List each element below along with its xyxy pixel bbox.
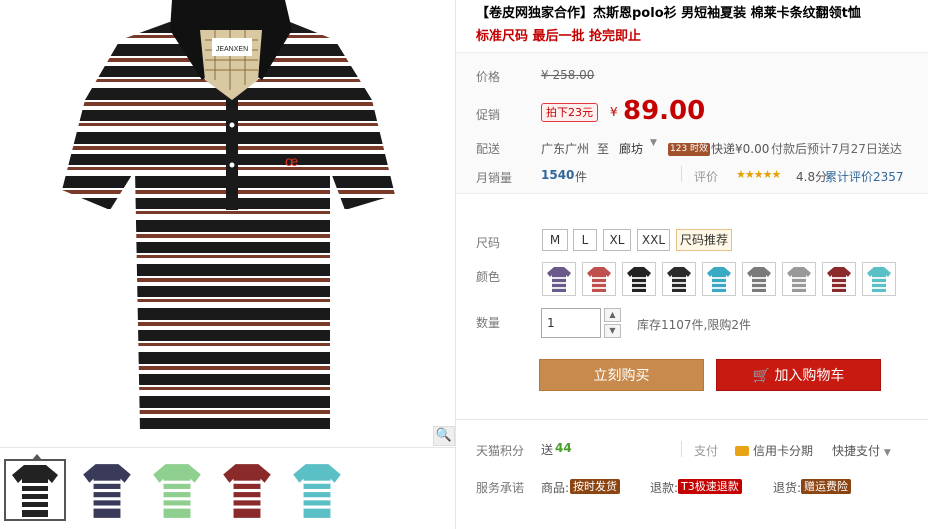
color-swatch-4[interactable]	[662, 262, 696, 296]
thumbnail-5[interactable]	[286, 459, 348, 521]
thumbnail-2[interactable]	[76, 459, 138, 521]
monthly-sales-unit: 件	[575, 170, 588, 184]
currency-symbol: ¥	[610, 105, 618, 119]
quick-pay[interactable]: 快捷支付 ▼	[832, 442, 891, 459]
delivery-destination[interactable]: 廊坊	[619, 140, 643, 157]
service-label: 服务承诺	[476, 481, 525, 495]
svg-text:œ: œ	[285, 153, 298, 169]
active-thumbnail-arrow-icon	[32, 454, 42, 460]
delivery-from: 广东广州	[541, 142, 590, 156]
color-swatch-5[interactable]	[702, 262, 736, 296]
product-page: JEANXEN œ 🔍 【卷皮网独家合作】杰斯恩polo衫 男短袖夏装 棉莱卡条…	[0, 0, 928, 529]
color-swatch-8[interactable]	[822, 262, 856, 296]
size-option-xl[interactable]: XL	[603, 229, 631, 251]
color-swatch-7[interactable]	[782, 262, 816, 296]
separator	[681, 441, 682, 457]
divider	[456, 419, 928, 420]
service-return-label: 退货:	[773, 481, 802, 495]
original-price: ¥ 258.00	[541, 68, 595, 82]
delivery-fee: 快递¥0.00	[711, 142, 770, 156]
color-swatch-2[interactable]	[582, 262, 616, 296]
product-title: 【卷皮网独家合作】杰斯恩polo衫 男短袖夏装 棉莱卡条纹翻领t恤	[476, 6, 861, 21]
chevron-down-icon: ▼	[883, 448, 891, 458]
main-product-image[interactable]: JEANXEN œ	[0, 0, 455, 448]
brand-label: JEANXEN	[216, 46, 248, 53]
delivery-label: 配送	[476, 142, 501, 156]
payment-label: 支付	[694, 444, 719, 458]
color-swatch-9[interactable]	[862, 262, 896, 296]
color-swatch-6[interactable]	[742, 262, 776, 296]
size-option-xxl[interactable]: XXL	[637, 229, 670, 251]
product-subtitle: 标准尺码 最后一批 抢完即止	[476, 29, 642, 44]
review-count-link[interactable]: 累计评价2357	[825, 168, 904, 185]
service-return-tag[interactable]: 赠运费险	[801, 479, 851, 494]
promo-label: 促销	[476, 108, 501, 122]
thumbnail-strip	[0, 452, 455, 529]
monthly-sales-count: 1540	[541, 168, 575, 182]
stock-info: 库存1107件,限购2件	[637, 318, 751, 332]
thumbnail-3[interactable]	[146, 459, 208, 521]
color-swatch-1[interactable]	[542, 262, 576, 296]
separator	[681, 166, 682, 182]
chevron-down-icon[interactable]: ▼	[650, 138, 657, 148]
credit-card-icon	[735, 446, 749, 456]
rating-stars-icon: ★★★★★	[736, 168, 781, 181]
zoom-icon[interactable]: 🔍	[433, 426, 455, 446]
color-swatch-3[interactable]	[622, 262, 656, 296]
size-recommend-button[interactable]: 尺码推荐	[676, 229, 733, 251]
promo-badge: 拍下23元	[541, 103, 598, 122]
price-label: 价格	[476, 70, 501, 84]
points-value: 44	[555, 441, 572, 455]
color-label: 颜色	[476, 270, 501, 284]
polo-shirt-image: JEANXEN œ	[62, 0, 395, 430]
delivery-eta: 付款后预计7月27日送达	[771, 142, 902, 156]
add-to-cart-label: 加入购物车	[774, 368, 845, 384]
size-option-l[interactable]: L	[573, 229, 597, 251]
service-goods-label: 商品:	[541, 481, 570, 495]
rating-score: 4.8分	[796, 170, 828, 184]
buy-now-button[interactable]: 立刻购买	[539, 359, 704, 391]
monthly-sales-label: 月销量	[476, 171, 513, 185]
service-refund-label: 退款:	[650, 481, 679, 495]
tmall-points-label: 天猫积分	[476, 444, 525, 458]
quantity-input[interactable]: 1	[541, 308, 601, 338]
delivery-time-badge: 123 时效	[668, 143, 711, 156]
thumbnail-4[interactable]	[216, 459, 278, 521]
add-to-cart-button[interactable]: 🛒 加入购物车	[716, 359, 881, 391]
quantity-decrease-icon[interactable]: ▼	[604, 324, 621, 338]
size-option-m[interactable]: M	[542, 229, 568, 251]
quantity-increase-icon[interactable]: ▲	[604, 308, 621, 322]
service-refund-tag[interactable]: T3极速退款	[678, 479, 742, 494]
points-prefix: 送	[541, 443, 554, 457]
current-price: 89.00	[623, 96, 706, 126]
credit-installment[interactable]: 信用卡分期	[735, 442, 813, 459]
cart-icon: 🛒	[752, 368, 770, 384]
quantity-label: 数量	[476, 316, 501, 330]
service-goods-tag[interactable]: 按时发货	[570, 479, 620, 494]
thumbnail-1[interactable]	[4, 454, 66, 521]
size-label: 尺码	[476, 236, 501, 250]
rating-label: 评价	[694, 170, 719, 184]
delivery-to-word: 至	[597, 142, 610, 156]
